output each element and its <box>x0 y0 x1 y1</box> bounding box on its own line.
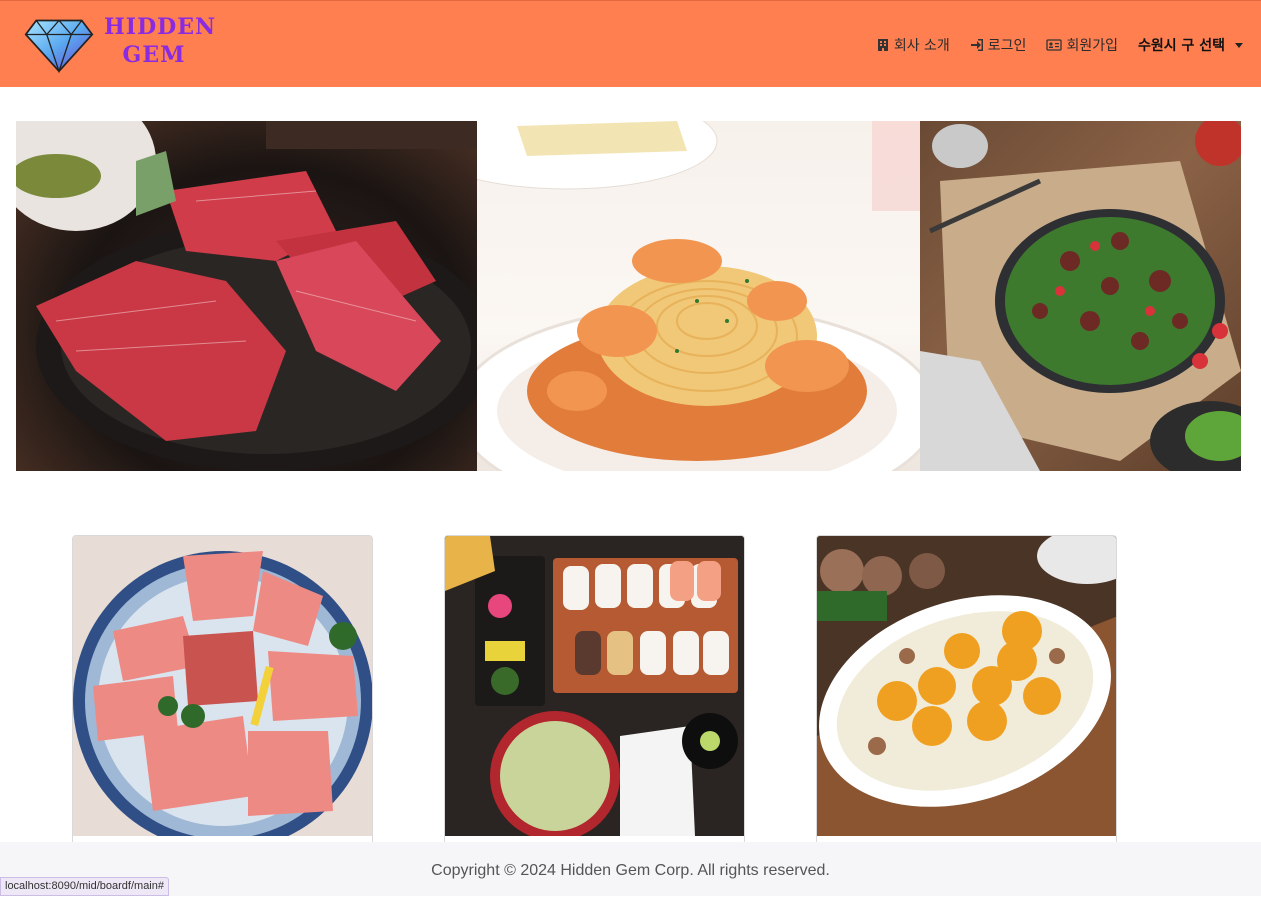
city-select-dropdown[interactable]: 수원시 구 선택 <box>1138 35 1243 55</box>
diamond-icon[interactable] <box>24 13 94 77</box>
shrimp-pasta-image <box>477 121 920 471</box>
card-image[interactable] <box>445 536 744 836</box>
brand-name[interactable]: HIDDEN GEM <box>104 13 217 69</box>
chevron-down-icon <box>1235 42 1243 48</box>
hero-slide-pasta <box>477 121 920 471</box>
card-image[interactable] <box>817 536 1116 836</box>
galbi-meat-image <box>16 121 477 471</box>
browser-status-url: localhost:8090/mid/boardf/main# <box>0 877 169 896</box>
nav-about[interactable]: 회사 소개 <box>876 35 950 55</box>
card-scallop[interactable] <box>816 535 1117 845</box>
beef-salad-image <box>920 121 1241 471</box>
tuna-sashimi-image <box>73 536 372 836</box>
id-card-icon <box>1046 39 1063 51</box>
city-select-label: 수원시 구 선택 <box>1137 38 1225 54</box>
hero-carousel[interactable] <box>16 121 1241 471</box>
card-image[interactable] <box>73 536 372 836</box>
brand-line-1: HIDDEN <box>104 14 217 40</box>
top-navbar: HIDDEN GEM 회사 소개 로그인 회원가입 수원시 구 선택 <box>0 0 1261 87</box>
page-footer: Copyright © 2024 Hidden Gem Corp. All ri… <box>0 842 1261 896</box>
nav-login-label: 로그인 <box>987 38 1027 54</box>
nav-signup[interactable]: 회원가입 <box>1046 35 1118 55</box>
featured-cards <box>72 535 1117 845</box>
scallop-dish-image <box>817 536 1116 836</box>
building-icon <box>877 39 888 51</box>
card-sushi[interactable] <box>444 535 745 845</box>
nav-login[interactable]: 로그인 <box>970 35 1027 55</box>
main-nav: 회사 소개 로그인 회원가입 수원시 구 선택 <box>876 35 1243 55</box>
brand-line-2: GEM <box>122 42 186 68</box>
sign-in-icon <box>970 39 983 51</box>
sushi-bento-image <box>445 536 744 836</box>
card-tuna[interactable] <box>72 535 373 845</box>
copyright-text: Copyright © 2024 Hidden Gem Corp. All ri… <box>431 862 830 879</box>
hero-slide-galbi <box>16 121 477 471</box>
nav-about-label: 회사 소개 <box>893 38 950 54</box>
hero-slide-salad <box>920 121 1241 471</box>
nav-signup-label: 회원가입 <box>1066 38 1118 54</box>
